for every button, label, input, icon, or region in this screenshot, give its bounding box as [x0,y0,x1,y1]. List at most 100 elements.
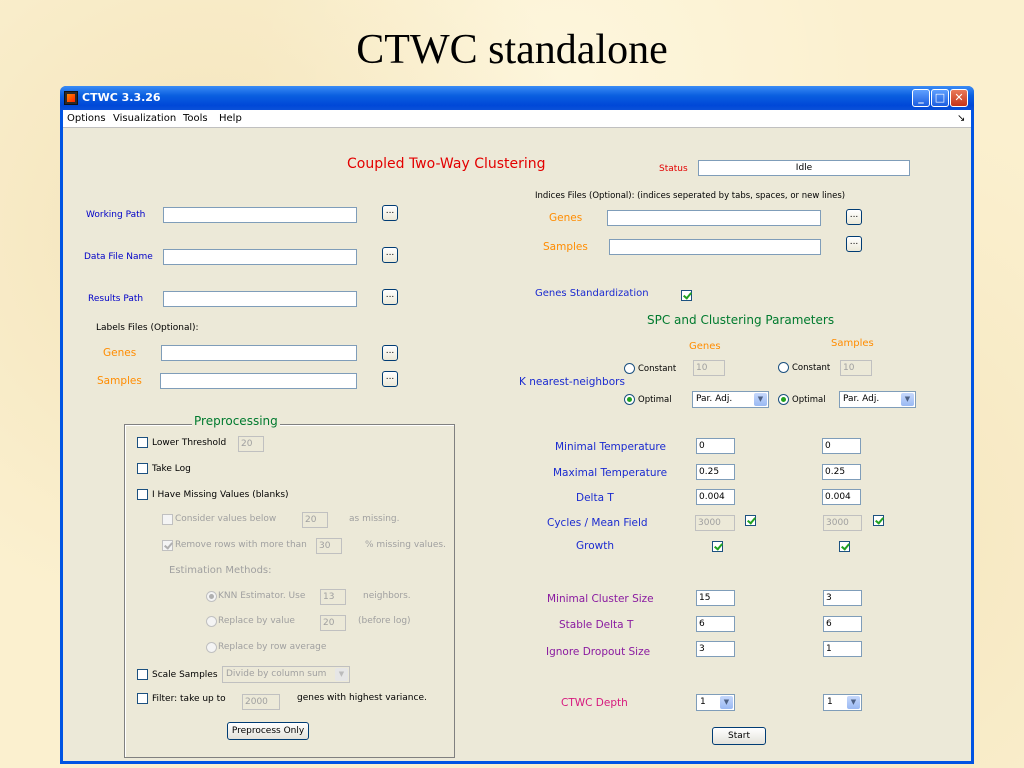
replace-row-average-radio[interactable] [206,642,217,653]
samples-mean-field-checkbox[interactable] [873,515,884,526]
take-log-checkbox[interactable] [137,463,148,474]
samples-constant-label: Constant [792,363,831,373]
genes-mean-field-checkbox[interactable] [745,515,756,526]
title-bar[interactable]: CTWC 3.3.26 _ □ ✕ [60,86,974,110]
labels-samples-browse-button[interactable]: ... [382,371,398,387]
indices-genes-browse-button[interactable]: ... [846,209,862,225]
lower-threshold-checkbox[interactable] [137,437,148,448]
genes-method-select[interactable]: Par. Adj. ▼ [692,391,769,408]
preprocess-only-button[interactable]: Preprocess Only [227,722,309,740]
genes-delta-t-input[interactable]: 0.004 [696,489,735,505]
scale-samples-checkbox[interactable] [137,669,148,680]
remove-rows-input[interactable]: 30 [316,538,342,554]
indices-genes-input[interactable] [607,210,821,226]
genes-constant-radio[interactable] [624,363,635,374]
scale-method-select[interactable]: Divide by column sum ▼ [222,666,350,683]
working-path-input[interactable] [163,207,357,223]
replace-value-input[interactable]: 20 [320,615,346,631]
menu-options[interactable]: Options [67,113,106,124]
samples-dropout-input[interactable]: 1 [823,641,862,657]
menu-tools[interactable]: Tools [183,113,208,124]
lower-threshold-input[interactable]: 20 [238,436,264,452]
spc-col-genes: Genes [689,341,721,352]
genes-knn-input[interactable]: 10 [693,360,725,376]
samples-delta-t-input[interactable]: 0.004 [822,489,861,505]
working-path-browse-button[interactable]: ... [382,205,398,221]
samples-growth-checkbox[interactable] [839,541,850,552]
genes-min-temp-input[interactable]: 0 [696,438,735,454]
knn-estimator-input[interactable]: 13 [320,589,346,605]
replace-value-radio[interactable] [206,616,217,627]
genes-optimal-label: Optimal [638,395,672,405]
filter-input[interactable]: 2000 [242,694,280,710]
genes-depth-select[interactable]: 1 ▼ [696,694,735,711]
neighbors-label: neighbors. [363,591,411,601]
samples-optimal-label: Optimal [792,395,826,405]
filter-checkbox[interactable] [137,693,148,704]
genes-standardization-checkbox[interactable] [681,290,692,301]
dock-arrow-icon[interactable]: ↘ [957,113,965,124]
samples-knn-input[interactable]: 10 [840,360,872,376]
samples-depth-value: 1 [827,697,833,707]
replace-row-average-label: Replace by row average [218,642,327,652]
samples-min-temp-input[interactable]: 0 [822,438,861,454]
spc-title: SPC and Clustering Parameters [647,313,835,327]
minimize-button[interactable]: _ [912,89,930,107]
indices-samples-label: Samples [543,241,588,253]
genes-method-value: Par. Adj. [696,394,733,404]
slide-title: CTWC standalone [356,27,668,73]
close-button[interactable]: ✕ [950,89,968,107]
samples-max-temp-input[interactable]: 0.25 [822,464,861,480]
consider-below-input[interactable]: 20 [302,512,328,528]
menu-visualization[interactable]: Visualization [113,113,176,124]
results-path-browse-button[interactable]: ... [382,289,398,305]
main-panel: Coupled Two-Way Clustering Status Idle W… [63,129,971,761]
labels-samples-input[interactable] [160,373,357,389]
param-label-dropout: Ignore Dropout Size [546,646,651,658]
ctwc-depth-label: CTWC Depth [561,697,628,709]
missing-values-checkbox[interactable] [137,489,148,500]
param-label-stable-delta: Stable Delta T [559,619,634,631]
genes-stable-delta-input[interactable]: 6 [696,616,735,632]
estimation-methods-label: Estimation Methods: [169,565,272,576]
indices-samples-input[interactable] [609,239,821,255]
genes-growth-checkbox[interactable] [712,541,723,552]
data-file-input[interactable] [163,249,357,265]
samples-optimal-radio[interactable] [778,394,789,405]
labels-genes-input[interactable] [161,345,357,361]
genes-optimal-radio[interactable] [624,394,635,405]
results-path-input[interactable] [163,291,357,307]
samples-min-cluster-input[interactable]: 3 [823,590,862,606]
indices-samples-browse-button[interactable]: ... [846,236,862,252]
labels-genes-browse-button[interactable]: ... [382,345,398,361]
param-label-min-temp: Minimal Temperature [555,441,666,453]
genes-max-temp-input[interactable]: 0.25 [696,464,735,480]
samples-stable-delta-input[interactable]: 6 [823,616,862,632]
before-log-label: (before log) [358,616,411,626]
replace-value-label: Replace by value [218,616,295,626]
samples-depth-select[interactable]: 1 ▼ [823,694,862,711]
genes-min-cluster-input[interactable]: 15 [696,590,735,606]
samples-constant-radio[interactable] [778,362,789,373]
chevron-down-icon: ▼ [720,696,733,709]
pct-missing-label: % missing values. [365,540,446,550]
client-area: Options Visualization Tools Help ↘ Coupl… [63,110,971,761]
samples-method-select[interactable]: Par. Adj. ▼ [839,391,916,408]
maximize-button[interactable]: □ [931,89,949,107]
param-label-min-cluster: Minimal Cluster Size [547,593,654,605]
param-label-cycles: Cycles / Mean Field [547,517,648,529]
status-field: Idle [698,160,910,176]
knn-estimator-radio[interactable] [206,591,217,602]
menu-help[interactable]: Help [219,113,242,124]
samples-cycles-input[interactable]: 3000 [823,515,862,531]
param-label-delta-t: Delta T [576,492,614,504]
chevron-down-icon: ▼ [901,393,914,406]
genes-depth-value: 1 [700,697,706,707]
remove-rows-checkbox[interactable] [162,540,173,551]
consider-below-checkbox[interactable] [162,514,173,525]
data-file-browse-button[interactable]: ... [382,247,398,263]
results-path-label: Results Path [88,294,144,304]
start-button[interactable]: Start [712,727,766,745]
genes-cycles-input[interactable]: 3000 [695,515,735,531]
genes-dropout-input[interactable]: 3 [696,641,735,657]
